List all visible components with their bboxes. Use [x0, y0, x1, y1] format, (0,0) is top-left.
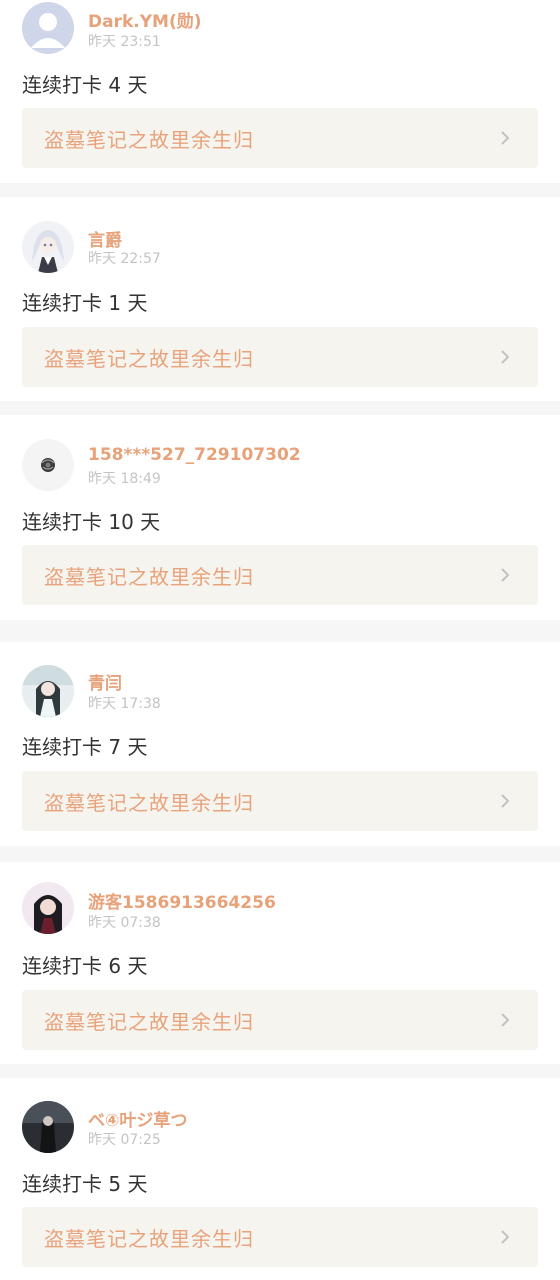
divider — [0, 401, 560, 415]
avatar[interactable] — [22, 439, 74, 491]
post-time: 昨天 23:51 — [88, 34, 161, 50]
book-link[interactable]: 盗墓笔记之故里余生归 — [22, 990, 538, 1050]
chevron-right-icon — [501, 794, 510, 808]
cosplay-avatar — [22, 665, 74, 717]
divider — [0, 620, 560, 642]
checkin-feed: Dark.YM(勋) 昨天 23:51 连续打卡 4 天 盗墓笔记之故里余生归 … — [0, 0, 560, 1280]
avatar[interactable] — [22, 221, 74, 273]
dark-scene-avatar — [22, 1101, 74, 1153]
dark-hair-avatar — [22, 882, 74, 934]
chevron-right-icon — [501, 568, 510, 582]
chevron-right-icon — [501, 131, 510, 145]
divider — [0, 846, 560, 862]
book-title: 盗墓笔记之故里余生归 — [44, 791, 254, 815]
avatar[interactable] — [22, 882, 74, 934]
default-avatar-icon — [22, 2, 74, 54]
divider — [0, 183, 560, 197]
checkin-streak: 连续打卡 6 天 — [22, 954, 148, 978]
post-time: 昨天 22:57 — [88, 251, 161, 267]
rose-avatar — [22, 439, 74, 491]
post-card: 158***527_729107302 昨天 18:49 连续打卡 10 天 盗… — [0, 415, 560, 620]
book-title: 盗墓笔记之故里余生归 — [44, 1227, 254, 1251]
username[interactable]: 游客1586913664256 — [88, 888, 276, 913]
post-card: 青闫 昨天 17:38 连续打卡 7 天 盗墓笔记之故里余生归 — [0, 642, 560, 846]
book-link[interactable]: 盗墓笔记之故里余生归 — [22, 545, 538, 605]
anime-girl-avatar — [22, 221, 74, 273]
checkin-streak: 连续打卡 10 天 — [22, 510, 161, 534]
book-link[interactable]: 盗墓笔记之故里余生归 — [22, 771, 538, 831]
avatar[interactable] — [22, 2, 74, 54]
post-card: 游客1586913664256 昨天 07:38 连续打卡 6 天 盗墓笔记之故… — [0, 862, 560, 1064]
post-time: 昨天 17:38 — [88, 696, 161, 712]
checkin-streak: 连续打卡 7 天 — [22, 735, 148, 759]
post-card: 言爵 昨天 22:57 连续打卡 1 天 盗墓笔记之故里余生归 — [0, 197, 560, 401]
post-time: 昨天 07:25 — [88, 1132, 161, 1148]
username[interactable]: Dark.YM(勋) — [88, 7, 202, 32]
username[interactable]: ベ④叶ジ草つ — [88, 1106, 187, 1131]
book-link[interactable]: 盗墓笔记之故里余生归 — [22, 327, 538, 387]
chevron-right-icon — [501, 350, 510, 364]
book-title: 盗墓笔记之故里余生归 — [44, 128, 254, 152]
divider — [0, 1064, 560, 1078]
post-card: ベ④叶ジ草つ 昨天 07:25 连续打卡 5 天 盗墓笔记之故里余生归 — [0, 1078, 560, 1280]
book-title: 盗墓笔记之故里余生归 — [44, 1010, 254, 1034]
checkin-streak: 连续打卡 1 天 — [22, 291, 148, 315]
post-card: Dark.YM(勋) 昨天 23:51 连续打卡 4 天 盗墓笔记之故里余生归 — [0, 0, 560, 182]
book-link[interactable]: 盗墓笔记之故里余生归 — [22, 108, 538, 168]
username[interactable]: 158***527_729107302 — [88, 445, 301, 465]
chevron-right-icon — [501, 1013, 510, 1027]
post-time: 昨天 18:49 — [88, 471, 161, 487]
book-title: 盗墓笔记之故里余生归 — [44, 565, 254, 589]
checkin-streak: 连续打卡 5 天 — [22, 1172, 148, 1196]
post-time: 昨天 07:38 — [88, 915, 161, 931]
avatar[interactable] — [22, 1101, 74, 1153]
book-title: 盗墓笔记之故里余生归 — [44, 347, 254, 371]
avatar[interactable] — [22, 665, 74, 717]
chevron-right-icon — [501, 1230, 510, 1244]
checkin-streak: 连续打卡 4 天 — [22, 73, 148, 97]
username[interactable]: 青闫 — [88, 669, 122, 694]
book-link[interactable]: 盗墓笔记之故里余生归 — [22, 1207, 538, 1267]
